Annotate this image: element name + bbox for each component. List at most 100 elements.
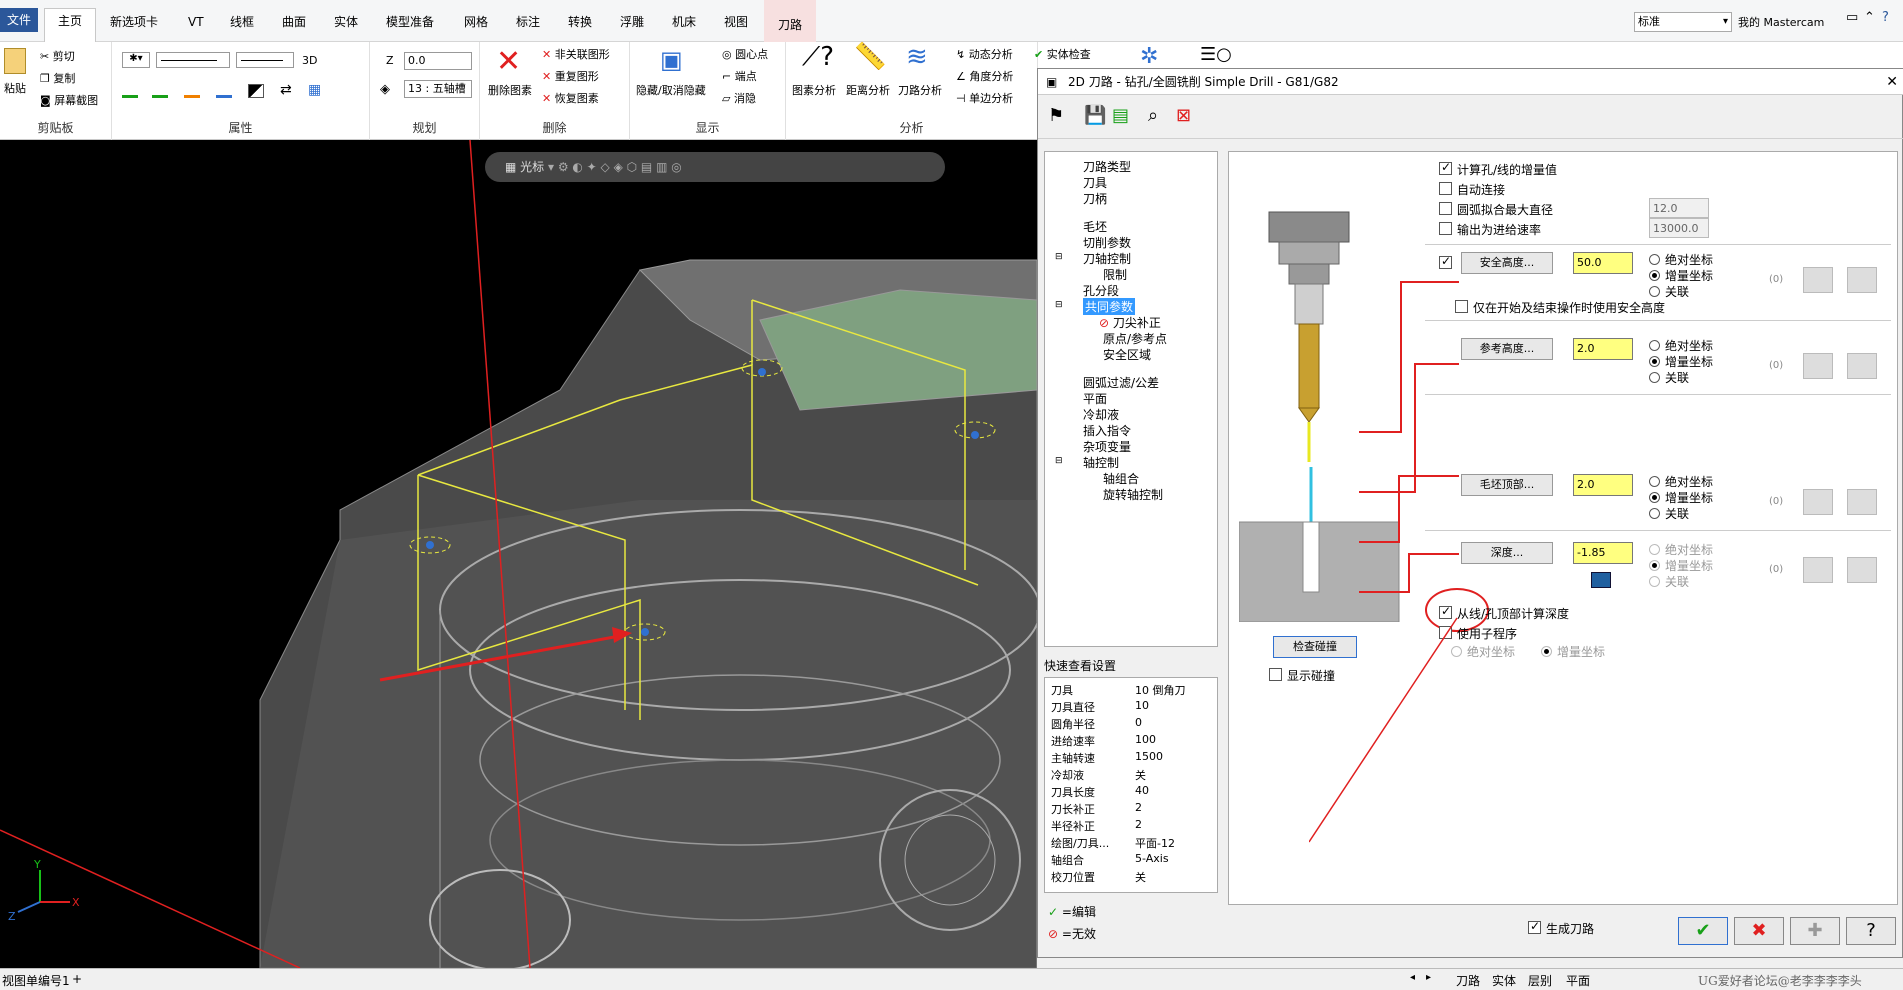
hide-button[interactable]: 隐藏/取消隐藏 bbox=[636, 82, 706, 98]
tree-item-axis-ctrl[interactable]: 刀轴控制 bbox=[1083, 250, 1131, 267]
stock-top-abs-radio[interactable] bbox=[1649, 476, 1660, 487]
collapse-icon[interactable]: ⊟ bbox=[1055, 456, 1063, 466]
viewport-toolbar[interactable]: ▦ 光标 ▾ ⚙ ◐ ✦ ◇ ◈ ⬡ ▤ ▥ ◎ bbox=[485, 152, 945, 182]
retract-select-button[interactable] bbox=[1803, 353, 1833, 379]
stock-top-assoc-radio[interactable] bbox=[1649, 508, 1660, 519]
tree-item-tool[interactable]: 刀具 bbox=[1083, 174, 1107, 191]
tab-surface[interactable]: 曲面 bbox=[276, 10, 312, 34]
save-icon[interactable]: 💾 bbox=[1084, 105, 1108, 129]
paste-icon[interactable] bbox=[4, 48, 26, 74]
auto-link-checkbox[interactable] bbox=[1439, 182, 1452, 195]
tree-item-common[interactable]: 共同参数 bbox=[1083, 298, 1136, 315]
tab-view[interactable]: 视图 bbox=[718, 10, 754, 34]
stock-top-inc-radio[interactable] bbox=[1649, 492, 1660, 503]
hide-icon[interactable]: ▣ bbox=[660, 46, 683, 74]
style-combo[interactable]: 标准 bbox=[1634, 12, 1732, 32]
tree-item-coolant[interactable]: 冷却液 bbox=[1083, 406, 1119, 423]
arc-max-dia-input[interactable]: 12.0 bbox=[1649, 198, 1709, 218]
line-width-select[interactable] bbox=[236, 52, 294, 68]
distance-analysis-icon[interactable]: 📏 bbox=[854, 42, 886, 72]
clearance-inc-radio[interactable] bbox=[1649, 270, 1660, 281]
clearance-abs-radio[interactable] bbox=[1649, 254, 1660, 265]
arc-max-dia-checkbox[interactable] bbox=[1439, 202, 1452, 215]
stock-top-select-button[interactable] bbox=[1803, 489, 1833, 515]
depth-abs-radio[interactable] bbox=[1649, 544, 1660, 555]
collapse-icon[interactable]: ⊟ bbox=[1055, 300, 1063, 310]
stock-top-clear-button[interactable] bbox=[1847, 489, 1877, 515]
layer-select[interactable]: 13 : 五轴槽 bbox=[404, 80, 472, 98]
clearance-checkbox[interactable] bbox=[1439, 254, 1452, 269]
copy-button[interactable]: ❐ 复制 bbox=[40, 70, 75, 86]
screenshot-button[interactable]: ◙ 屏幕截图 bbox=[40, 92, 98, 108]
help-icon[interactable]: ? bbox=[1882, 10, 1889, 25]
solid-check-button[interactable]: ✔ 实体检查 bbox=[1034, 46, 1091, 62]
close-icon[interactable]: ✕ bbox=[1886, 69, 1898, 95]
paste-button[interactable]: 粘贴 bbox=[4, 80, 26, 96]
wrench-icon[interactable]: ✲ bbox=[1140, 44, 1158, 69]
show-collision-checkbox[interactable] bbox=[1269, 668, 1282, 681]
three-d-toggle[interactable]: 3D bbox=[302, 54, 317, 67]
tab-toolpath[interactable]: 刀路 bbox=[764, 0, 816, 42]
tab-wireframe[interactable]: 线框 bbox=[224, 10, 260, 34]
list-icon[interactable]: ☰○ bbox=[1200, 44, 1232, 65]
tab-home[interactable]: 主页 bbox=[44, 8, 96, 42]
distance-analysis-button[interactable]: 距离分析 bbox=[846, 82, 890, 98]
delete-entity-button[interactable]: 删除图素 bbox=[488, 82, 532, 98]
save-as-icon[interactable]: ▤ bbox=[1112, 105, 1136, 129]
tab-mesh[interactable]: 网格 bbox=[458, 10, 494, 34]
solid-color-icon[interactable] bbox=[216, 84, 232, 98]
grid-icon[interactable]: ▦ bbox=[308, 82, 321, 98]
graphics-viewport[interactable]: Y X Z ▦ 光标 ▾ ⚙ ◐ ✦ ◇ ◈ ⬡ ▤ ▥ ◎ bbox=[0, 140, 1037, 968]
output-feed-checkbox[interactable] bbox=[1439, 222, 1452, 235]
depth-input[interactable]: -1.85 bbox=[1573, 542, 1633, 564]
line-style-select[interactable] bbox=[156, 52, 230, 68]
z-depth-input[interactable]: 0.0 bbox=[404, 52, 472, 70]
delete-x-icon[interactable]: ✕ bbox=[496, 44, 521, 79]
depth-select-button[interactable] bbox=[1803, 557, 1833, 583]
preview-icon[interactable]: ⌕ bbox=[1148, 105, 1172, 129]
tab-vt[interactable]: VT bbox=[182, 10, 210, 34]
bottom-tab-toolpath[interactable]: 刀路 bbox=[1456, 972, 1480, 989]
add-button[interactable]: ✚ bbox=[1790, 917, 1840, 945]
tree-item-axis-combo[interactable]: 轴组合 bbox=[1103, 470, 1139, 487]
clearance-clear-button[interactable] bbox=[1847, 267, 1877, 293]
tree-item-tip-comp[interactable]: ⊘ 刀尖补正 bbox=[1099, 314, 1161, 331]
cut-button[interactable]: ✂ 剪切 bbox=[40, 48, 75, 64]
tab-file[interactable]: 文件 bbox=[0, 8, 38, 32]
retract-inc-radio[interactable] bbox=[1649, 356, 1660, 367]
tree-item-plane[interactable]: 平面 bbox=[1083, 390, 1107, 407]
endpoint-button[interactable]: ⌐ 端点 bbox=[722, 68, 757, 84]
output-feed-input[interactable]: 13000.0 bbox=[1649, 218, 1709, 238]
tree-item-limit[interactable]: 限制 bbox=[1103, 266, 1127, 283]
bottom-tab-solid[interactable]: 实体 bbox=[1492, 972, 1516, 989]
clearance-input[interactable]: 50.0 bbox=[1573, 252, 1633, 274]
fill-color-icon[interactable] bbox=[152, 84, 168, 98]
tab-solid[interactable]: 实体 bbox=[328, 10, 364, 34]
tree-item-axis[interactable]: 轴控制 bbox=[1083, 454, 1119, 471]
collapse-icon[interactable]: ⌃ bbox=[1864, 10, 1875, 25]
tree-item-origin[interactable]: 原点/参考点 bbox=[1103, 330, 1167, 347]
dynamic-analysis-button[interactable]: ↯ 动态分析 bbox=[956, 46, 1013, 62]
entity-analysis-icon[interactable]: ⟋? bbox=[802, 42, 834, 73]
check-collision-button[interactable]: 检查碰撞 bbox=[1273, 636, 1357, 658]
clearance-assoc-radio[interactable] bbox=[1649, 286, 1660, 297]
tool-icon[interactable]: ⚑ bbox=[1048, 105, 1072, 129]
tree-item-rotary[interactable]: 旋转轴控制 bbox=[1103, 486, 1163, 503]
calc-inc-checkbox[interactable] bbox=[1439, 160, 1452, 175]
tab-transform[interactable]: 转换 bbox=[562, 10, 598, 34]
scroll-left-icon[interactable]: ◂ bbox=[1410, 972, 1415, 983]
bottom-tab-plane[interactable]: 平面 bbox=[1566, 972, 1590, 989]
tree-item-misc[interactable]: 杂项变量 bbox=[1083, 438, 1131, 455]
tab-relief[interactable]: 浮雕 bbox=[614, 10, 650, 34]
retract-clear-button[interactable] bbox=[1847, 353, 1877, 379]
depth-assoc-radio[interactable] bbox=[1649, 576, 1660, 587]
clear-icon[interactable]: ⊠ bbox=[1176, 105, 1200, 129]
add-sheet-button[interactable]: + bbox=[72, 972, 82, 986]
clearance-button[interactable]: 安全高度... bbox=[1461, 252, 1553, 274]
retract-input[interactable]: 2.0 bbox=[1573, 338, 1633, 360]
retract-button[interactable]: 参考高度... bbox=[1461, 338, 1553, 360]
depth-button[interactable]: 深度... bbox=[1461, 542, 1553, 564]
tree-item-holder[interactable]: 刀柄 bbox=[1083, 190, 1107, 207]
clear-button[interactable]: ▱ 消隐 bbox=[722, 90, 756, 106]
cancel-button[interactable]: ✖ bbox=[1734, 917, 1784, 945]
